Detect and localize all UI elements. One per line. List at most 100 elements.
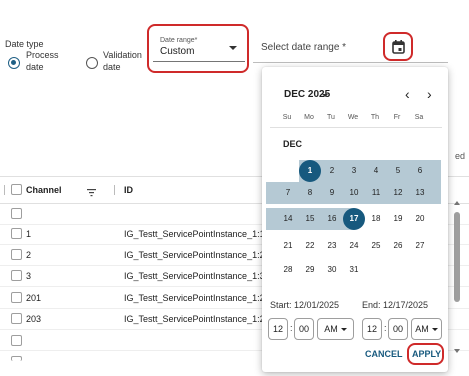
day-cell[interactable]: 15 xyxy=(299,208,321,230)
day-cell[interactable]: 23 xyxy=(321,235,343,257)
date-type-label: Date type xyxy=(5,39,44,49)
date-range-select-caption: Date range* xyxy=(160,37,198,44)
select-all-checkbox[interactable] xyxy=(11,184,22,195)
hidden-column-text: ed xyxy=(455,151,466,161)
validation-date-radio[interactable] xyxy=(86,56,98,74)
day-cell[interactable]: 24 xyxy=(343,235,365,257)
process-date-radio[interactable] xyxy=(8,56,20,74)
chevron-down-icon[interactable] xyxy=(340,328,347,332)
day-cell[interactable]: 26 xyxy=(387,235,409,257)
column-header-id[interactable]: ID xyxy=(124,185,133,195)
validation-date-label[interactable]: Validation date xyxy=(103,49,142,73)
day-cell[interactable]: 29 xyxy=(299,259,321,281)
channel-cell: 3 xyxy=(26,271,32,281)
day-cell[interactable]: 18 xyxy=(365,208,387,230)
channel-cell: 203 xyxy=(26,314,42,324)
day-cell[interactable]: 10 xyxy=(343,182,365,204)
calendar-button[interactable] xyxy=(383,32,413,61)
day-cell[interactable]: 14 xyxy=(277,208,299,230)
column-separator xyxy=(114,185,115,195)
weekday-label: Su xyxy=(282,114,292,121)
time-colon: : xyxy=(290,323,293,333)
column-separator xyxy=(4,185,5,195)
row-checkbox[interactable] xyxy=(11,356,22,361)
day-cell[interactable]: 20 xyxy=(409,208,431,230)
start-hour-input[interactable]: 12 xyxy=(268,318,288,340)
id-cell: IG_Testt_ServicePointInstance_1:2 xyxy=(124,250,265,260)
day-cell[interactable]: 6 xyxy=(409,160,431,182)
weekday-label: Sa xyxy=(414,114,424,121)
day-cell[interactable]: 7 xyxy=(277,182,299,204)
month-abbreviation: DEC xyxy=(283,139,303,149)
end-ampm-select[interactable]: AM xyxy=(411,318,442,340)
radio-checked-icon[interactable] xyxy=(8,57,20,69)
cancel-button[interactable]: CANCEL xyxy=(365,349,403,359)
scroll-down-icon[interactable] xyxy=(454,349,460,353)
row-checkbox[interactable] xyxy=(11,249,22,260)
row-checkbox[interactable] xyxy=(11,228,22,239)
filter-icon[interactable] xyxy=(87,184,96,202)
start-minute-input[interactable]: 00 xyxy=(294,318,314,340)
start-ampm-select[interactable]: AM xyxy=(317,318,354,340)
channel-cell: 2 xyxy=(26,250,32,260)
prev-month-icon[interactable]: ‹ xyxy=(405,86,410,102)
time-colon: : xyxy=(384,323,387,333)
day-cell[interactable]: 22 xyxy=(299,235,321,257)
day-cell[interactable]: 5 xyxy=(387,160,409,182)
channel-cell: 1 xyxy=(26,229,32,239)
range-start-label: Start: 12/01/2025 xyxy=(270,300,340,310)
calendar-icon[interactable] xyxy=(392,40,405,54)
day-cell[interactable]: 13 xyxy=(409,182,431,204)
day-cell-selected[interactable]: 17 xyxy=(343,208,365,230)
weekday-label: Tu xyxy=(327,114,335,121)
end-hour-input[interactable]: 12 xyxy=(362,318,382,340)
day-cell[interactable]: 19 xyxy=(387,208,409,230)
id-cell: IG_Testt_ServicePointInstance_1:201 xyxy=(124,293,275,303)
column-header-channel[interactable]: Channel xyxy=(26,185,62,195)
day-cell[interactable]: 30 xyxy=(321,259,343,281)
start-ampm-value[interactable]: AM xyxy=(324,324,338,334)
id-cell: IG_Testt_ServicePointInstance_1:203 xyxy=(124,314,275,324)
row-checkbox[interactable] xyxy=(11,313,22,324)
date-range-placeholder[interactable]: Select date range * xyxy=(261,42,346,53)
day-cell[interactable]: 9 xyxy=(321,182,343,204)
process-date-label[interactable]: Process date xyxy=(26,49,59,73)
row-checkbox[interactable] xyxy=(11,335,22,346)
weekday-divider xyxy=(270,127,442,128)
day-cell[interactable]: 16 xyxy=(321,208,343,230)
day-cell[interactable]: 12 xyxy=(387,182,409,204)
radio-unchecked-icon[interactable] xyxy=(86,57,98,69)
date-range-select-value[interactable]: Custom xyxy=(160,46,194,57)
day-cell-selected[interactable]: 1 xyxy=(299,160,321,182)
scroll-up-icon[interactable] xyxy=(454,201,460,205)
id-cell: IG_Testt_ServicePointInstance_1:3 xyxy=(124,271,265,281)
weekday-label: We xyxy=(347,114,359,121)
channel-cell: 201 xyxy=(26,293,42,303)
row-checkbox[interactable] xyxy=(11,292,22,303)
day-cell[interactable]: 21 xyxy=(277,235,299,257)
day-cell[interactable]: 8 xyxy=(299,182,321,204)
weekday-label: Mo xyxy=(304,114,314,121)
apply-button[interactable]: APPLY xyxy=(412,349,441,359)
day-cell[interactable]: 31 xyxy=(343,259,365,281)
end-ampm-value[interactable]: AM xyxy=(415,324,429,334)
table-scrollbar-thumb[interactable] xyxy=(454,212,460,302)
day-cell[interactable]: 27 xyxy=(409,235,431,257)
chevron-down-icon[interactable] xyxy=(431,328,438,332)
chevron-down-icon[interactable] xyxy=(229,46,237,50)
day-cell[interactable]: 25 xyxy=(365,235,387,257)
day-cell[interactable]: 2 xyxy=(321,160,343,182)
weekday-label: Th xyxy=(370,114,380,121)
chevron-down-icon[interactable] xyxy=(322,94,328,97)
weekday-label: Fr xyxy=(393,114,401,121)
range-end-label: End: 12/17/2025 xyxy=(362,300,429,310)
next-month-icon[interactable]: › xyxy=(427,86,432,102)
day-cell[interactable]: 28 xyxy=(277,259,299,281)
day-cell[interactable]: 11 xyxy=(365,182,387,204)
end-minute-input[interactable]: 00 xyxy=(388,318,408,340)
row-checkbox[interactable] xyxy=(11,270,22,281)
row-checkbox[interactable] xyxy=(11,208,22,219)
id-cell: IG_Testt_ServicePointInstance_1:1 xyxy=(124,229,265,239)
day-cell[interactable]: 3 xyxy=(343,160,365,182)
day-cell[interactable]: 4 xyxy=(365,160,387,182)
